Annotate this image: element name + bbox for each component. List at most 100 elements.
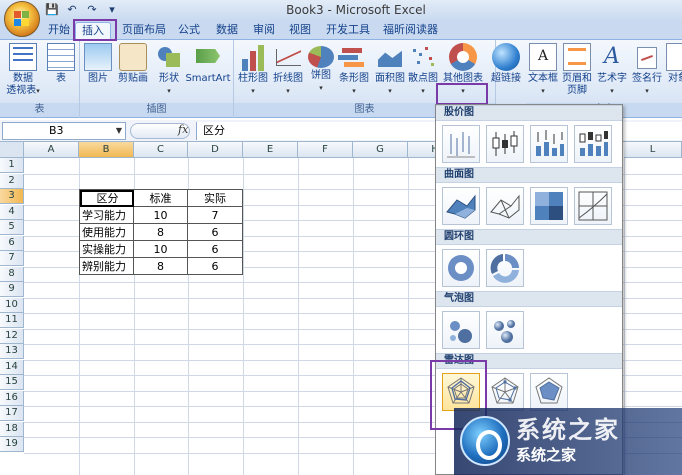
table-button[interactable]: 表 bbox=[46, 43, 76, 85]
column-header-a[interactable]: A bbox=[24, 142, 79, 158]
doughnut-icon[interactable] bbox=[442, 249, 480, 287]
scatter-chart-button[interactable]: 散点图 ▾ bbox=[406, 43, 440, 97]
table-cell[interactable]: 7 bbox=[187, 206, 243, 224]
tab-data[interactable]: 数据 bbox=[210, 22, 244, 40]
table-cell[interactable]: 8 bbox=[133, 257, 188, 275]
radar-markers-icon[interactable] bbox=[486, 373, 524, 411]
column-header-c[interactable]: C bbox=[134, 142, 188, 158]
row-header[interactable]: 2 bbox=[0, 174, 24, 189]
row-header[interactable]: 16 bbox=[0, 391, 24, 406]
surface-3d-icon[interactable] bbox=[442, 187, 480, 225]
surface-wireframe-icon[interactable] bbox=[486, 187, 524, 225]
row-header[interactable]: 13 bbox=[0, 344, 24, 359]
bar-chart-button[interactable]: 条形图 ▾ bbox=[336, 43, 372, 97]
row-header[interactable]: 10 bbox=[0, 298, 24, 313]
row-header[interactable]: 6 bbox=[0, 236, 24, 251]
row-header[interactable]: 3 bbox=[0, 189, 24, 204]
table-cell[interactable]: 6 bbox=[187, 240, 243, 258]
watermark: 系统之家 系统之家 bbox=[454, 408, 682, 475]
column-header-g[interactable]: G bbox=[353, 142, 408, 158]
table-cell[interactable]: 6 bbox=[187, 257, 243, 275]
smartart-button[interactable]: SmartArt bbox=[184, 43, 232, 85]
signature-line-icon bbox=[633, 43, 661, 71]
exploded-doughnut-icon[interactable] bbox=[486, 249, 524, 287]
stock-vohlc-icon[interactable] bbox=[574, 125, 612, 163]
gallery-section-stock: 股价图 bbox=[436, 105, 622, 121]
bubble-icon[interactable] bbox=[442, 311, 480, 349]
pie-chart-button[interactable]: 饼图 ▾ bbox=[306, 43, 336, 94]
table-row: 学习能力 10 7 bbox=[79, 206, 243, 224]
signature-line-button[interactable]: 签名行 ▾ bbox=[630, 43, 664, 97]
office-button[interactable] bbox=[4, 1, 40, 37]
row-header[interactable]: 15 bbox=[0, 375, 24, 390]
table-cell[interactable]: 学习能力 bbox=[79, 206, 134, 224]
table-cell[interactable]: 区分 bbox=[79, 189, 134, 207]
tab-home[interactable]: 开始 bbox=[42, 22, 76, 40]
tab-developer[interactable]: 开发工具 bbox=[320, 22, 376, 40]
table-cell[interactable]: 10 bbox=[133, 206, 188, 224]
line-chart-button[interactable]: 折线图 ▾ bbox=[270, 43, 306, 97]
watermark-title: 系统之家 bbox=[516, 416, 620, 444]
select-all-corner[interactable] bbox=[0, 142, 24, 158]
row-header[interactable]: 1 bbox=[0, 158, 24, 173]
column-header-d[interactable]: D bbox=[188, 142, 243, 158]
row-header[interactable]: 11 bbox=[0, 313, 24, 328]
shapes-button[interactable]: 形状 ▾ bbox=[154, 43, 184, 97]
tab-foxit-reader[interactable]: 福昕阅读器 bbox=[377, 22, 444, 40]
picture-button[interactable]: 图片 bbox=[84, 43, 112, 85]
table-cell[interactable]: 8 bbox=[133, 223, 188, 241]
table-cell[interactable]: 实际 bbox=[187, 189, 243, 207]
column-header-e[interactable]: E bbox=[243, 142, 298, 158]
stock-vhlc-icon[interactable] bbox=[530, 125, 568, 163]
table-row: 辨别能力 8 6 bbox=[79, 257, 243, 275]
row-header[interactable]: 18 bbox=[0, 422, 24, 437]
filled-radar-icon[interactable] bbox=[530, 373, 568, 411]
tab-review[interactable]: 审阅 bbox=[247, 22, 281, 40]
area-chart-button[interactable]: 面积图 ▾ bbox=[372, 43, 408, 97]
column-header-l[interactable]: L bbox=[624, 142, 682, 158]
table-cell[interactable]: 辨别能力 bbox=[79, 257, 134, 275]
pivot-table-button[interactable]: 数据 透视表▾ bbox=[4, 43, 42, 97]
row-header[interactable]: 5 bbox=[0, 220, 24, 235]
row-header[interactable]: 17 bbox=[0, 406, 24, 421]
row-header[interactable]: 8 bbox=[0, 267, 24, 282]
stock-hlc-icon[interactable] bbox=[442, 125, 480, 163]
table-cell[interactable]: 标准 bbox=[133, 189, 188, 207]
name-box-dropdown-icon[interactable]: ▼ bbox=[116, 123, 122, 139]
table-cell[interactable]: 6 bbox=[187, 223, 243, 241]
contour-wireframe-icon[interactable] bbox=[574, 187, 612, 225]
bubble-3d-icon[interactable] bbox=[486, 311, 524, 349]
contour-icon[interactable] bbox=[530, 187, 568, 225]
column-header-b[interactable]: B bbox=[79, 142, 134, 158]
gallery-section-surface: 曲面图 bbox=[436, 167, 622, 183]
bar-chart-icon bbox=[340, 43, 368, 71]
tab-formulas[interactable]: 公式 bbox=[172, 22, 206, 40]
office-logo-icon bbox=[14, 11, 30, 27]
row-header[interactable]: 7 bbox=[0, 251, 24, 266]
data-table: 区分 标准 实际 学习能力 10 7 使用能力 8 6 实操能力 10 6 辨别… bbox=[79, 189, 243, 275]
name-box[interactable]: B3 ▼ bbox=[2, 122, 126, 140]
group-illustrations: 图片 剪贴画 形状 ▾ SmartArt 插图 bbox=[80, 40, 234, 118]
table-cell[interactable]: 使用能力 bbox=[79, 223, 134, 241]
wordart-button[interactable]: A 艺术字 ▾ bbox=[594, 43, 630, 97]
row-header[interactable]: 4 bbox=[0, 205, 24, 220]
textbox-button[interactable]: A 文本框 ▾ bbox=[526, 43, 560, 97]
object-button[interactable]: 对象 bbox=[666, 43, 682, 85]
table-cell[interactable]: 实操能力 bbox=[79, 240, 134, 258]
column-header-f[interactable]: F bbox=[298, 142, 353, 158]
clipart-button[interactable]: 剪贴画 bbox=[114, 43, 152, 85]
tab-page-layout[interactable]: 页面布局 bbox=[116, 22, 172, 40]
gallery-row-surface bbox=[436, 183, 622, 229]
row-header[interactable]: 12 bbox=[0, 329, 24, 344]
row-header[interactable]: 14 bbox=[0, 360, 24, 375]
gallery-row-stock bbox=[436, 121, 622, 167]
stock-ohlc-icon[interactable] bbox=[486, 125, 524, 163]
hyperlink-button[interactable]: 超链接 bbox=[488, 43, 524, 85]
table-cell[interactable]: 10 bbox=[133, 240, 188, 258]
row-header[interactable]: 19 bbox=[0, 437, 24, 452]
tab-view[interactable]: 视图 bbox=[283, 22, 317, 40]
row-header[interactable]: 9 bbox=[0, 282, 24, 297]
column-chart-button[interactable]: 柱形图 ▾ bbox=[236, 43, 270, 97]
header-footer-button[interactable]: 页眉和 页脚 bbox=[560, 43, 594, 97]
insert-function-icon[interactable]: fx bbox=[178, 123, 188, 136]
